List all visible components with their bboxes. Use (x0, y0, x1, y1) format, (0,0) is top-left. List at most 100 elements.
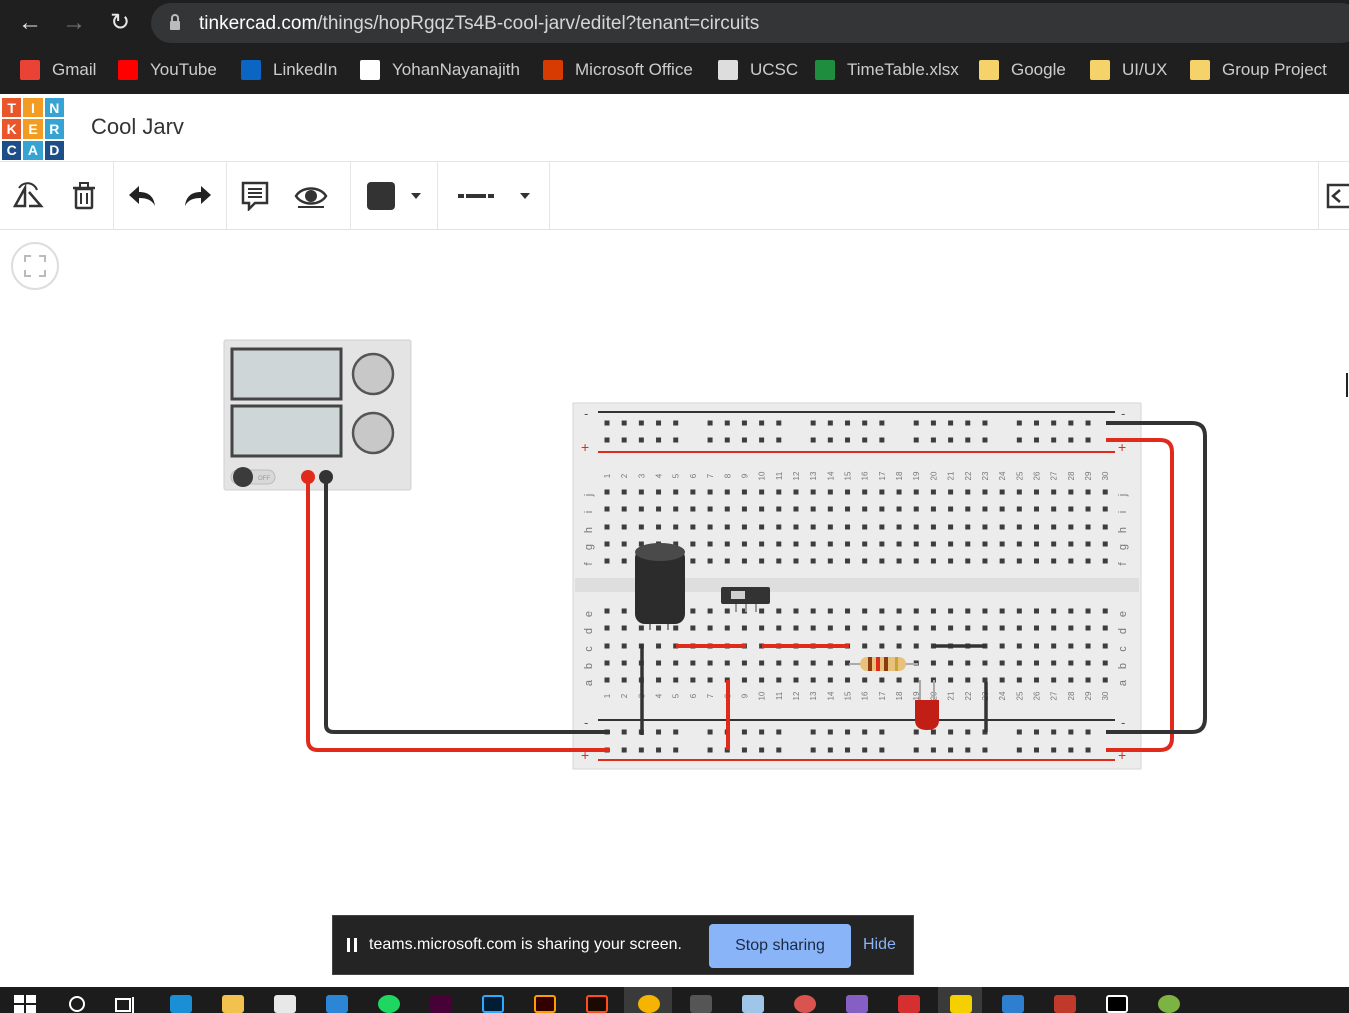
breadboard-hole[interactable] (724, 489, 730, 495)
breadboard-hole[interactable] (621, 437, 627, 443)
breadboard-hole[interactable] (1051, 437, 1057, 443)
breadboard-hole[interactable] (621, 558, 627, 564)
breadboard-hole[interactable] (1085, 643, 1091, 649)
breadboard-hole[interactable] (913, 489, 919, 495)
breadboard-hole[interactable] (810, 558, 816, 564)
breadboard-hole[interactable] (776, 420, 782, 426)
windows-start-icon[interactable] (14, 995, 36, 1013)
sticky-notes-icon[interactable] (950, 995, 972, 1013)
breadboard-hole[interactable] (690, 677, 696, 683)
breadboard-hole[interactable] (759, 558, 765, 564)
breadboard-hole[interactable] (1034, 524, 1039, 530)
breadboard-hole[interactable] (845, 437, 851, 443)
breadboard-hole[interactable] (845, 506, 851, 512)
breadboard-hole[interactable] (896, 541, 902, 547)
breadboard-hole[interactable] (604, 524, 610, 530)
breadboard-hole[interactable] (827, 625, 833, 631)
breadboard-hole[interactable] (741, 660, 747, 666)
breadboard-hole[interactable] (793, 608, 799, 614)
forward-button[interactable]: → (60, 9, 88, 37)
breadboard-hole[interactable] (793, 524, 799, 530)
breadboard-hole[interactable] (1016, 420, 1022, 426)
breadboard-hole[interactable] (810, 608, 816, 614)
breadboard-hole[interactable] (707, 541, 713, 547)
address-bar[interactable]: tinkercad.com/things/hopRgqzTs4B-cool-ja… (151, 3, 1349, 43)
breadboard-hole[interactable] (879, 506, 885, 512)
mail-icon[interactable] (326, 995, 348, 1013)
wps-icon[interactable] (898, 995, 920, 1013)
notepad-icon[interactable] (742, 995, 764, 1013)
breadboard-hole[interactable] (759, 660, 765, 666)
breadboard-hole[interactable] (1016, 677, 1022, 683)
current-knob[interactable] (351, 411, 395, 455)
breadboard-hole[interactable] (965, 489, 971, 495)
breadboard-hole[interactable] (845, 625, 851, 631)
breadboard-hole[interactable] (1016, 524, 1022, 530)
breadboard-hole[interactable] (690, 541, 696, 547)
breadboard-hole[interactable] (776, 558, 782, 564)
breadboard-hole[interactable] (638, 524, 644, 530)
breadboard-hole[interactable] (827, 660, 833, 666)
breadboard-hole[interactable] (1034, 541, 1039, 547)
breadboard-hole[interactable] (913, 524, 919, 530)
task-view-icon[interactable] (115, 995, 137, 1013)
breadboard-hole[interactable] (930, 729, 936, 735)
breadboard-hole[interactable] (845, 524, 851, 530)
breadboard-hole[interactable] (741, 541, 747, 547)
breadboard-hole[interactable] (1051, 506, 1057, 512)
breadboard-hole[interactable] (948, 506, 954, 512)
capacitor[interactable] (635, 543, 685, 630)
breadboard-hole[interactable] (810, 625, 816, 631)
breadboard-hole[interactable] (759, 506, 765, 512)
breadboard-hole[interactable] (621, 643, 627, 649)
breadboard-hole[interactable] (948, 541, 954, 547)
breadboard-hole[interactable] (862, 643, 868, 649)
breadboard-hole[interactable] (793, 541, 799, 547)
breadboard-hole[interactable] (621, 625, 627, 631)
breadboard-hole[interactable] (621, 608, 627, 614)
breadboard-hole[interactable] (913, 506, 919, 512)
breadboard-hole[interactable] (913, 643, 919, 649)
breadboard-hole[interactable] (1051, 541, 1057, 547)
breadboard-hole[interactable] (741, 747, 747, 753)
breadboard-hole[interactable] (810, 506, 816, 512)
breadboard-hole[interactable] (896, 558, 902, 564)
breadboard-hole[interactable] (827, 420, 833, 426)
breadboard-hole[interactable] (673, 729, 679, 735)
breadboard-hole[interactable] (1016, 506, 1022, 512)
breadboard-hole[interactable] (913, 625, 919, 631)
breadboard-hole[interactable] (810, 677, 816, 683)
breadboard-hole[interactable] (999, 660, 1005, 666)
breadboard-hole[interactable] (1016, 660, 1022, 666)
bookmark-microsoft-office[interactable]: Microsoft Office (543, 59, 693, 81)
breadboard-hole[interactable] (741, 489, 747, 495)
bookmark-timetable-xlsx[interactable]: TimeTable.xlsx (815, 59, 959, 81)
breadboard-hole[interactable] (948, 729, 954, 735)
breadboard-hole[interactable] (1051, 489, 1057, 495)
breadboard-hole[interactable] (810, 747, 816, 753)
breadboard-hole[interactable] (879, 625, 885, 631)
breadboard-hole[interactable] (965, 729, 971, 735)
breadboard-hole[interactable] (862, 747, 868, 753)
breadboard-hole[interactable] (724, 506, 730, 512)
breadboard-hole[interactable] (948, 558, 954, 564)
breadboard-hole[interactable] (759, 747, 765, 753)
animate-icon[interactable] (586, 995, 608, 1013)
breadboard-hole[interactable] (707, 625, 713, 631)
breadboard-hole[interactable] (1085, 541, 1091, 547)
breadboard-hole[interactable] (707, 677, 713, 683)
breadboard-hole[interactable] (1016, 608, 1022, 614)
breadboard-hole[interactable] (1068, 489, 1074, 495)
breadboard-hole[interactable] (604, 643, 610, 649)
breadboard-hole[interactable] (896, 506, 902, 512)
breadboard-hole[interactable] (896, 643, 902, 649)
breadboard-hole[interactable] (827, 747, 833, 753)
breadboard-hole[interactable] (879, 608, 885, 614)
breadboard-hole[interactable] (638, 437, 644, 443)
visual-studio-icon[interactable] (846, 995, 868, 1013)
breadboard-hole[interactable] (982, 489, 988, 495)
breadboard-hole[interactable] (810, 524, 816, 530)
breadboard-hole[interactable] (1068, 506, 1074, 512)
breadboard-hole[interactable] (930, 506, 936, 512)
breadboard-hole[interactable] (1085, 608, 1091, 614)
